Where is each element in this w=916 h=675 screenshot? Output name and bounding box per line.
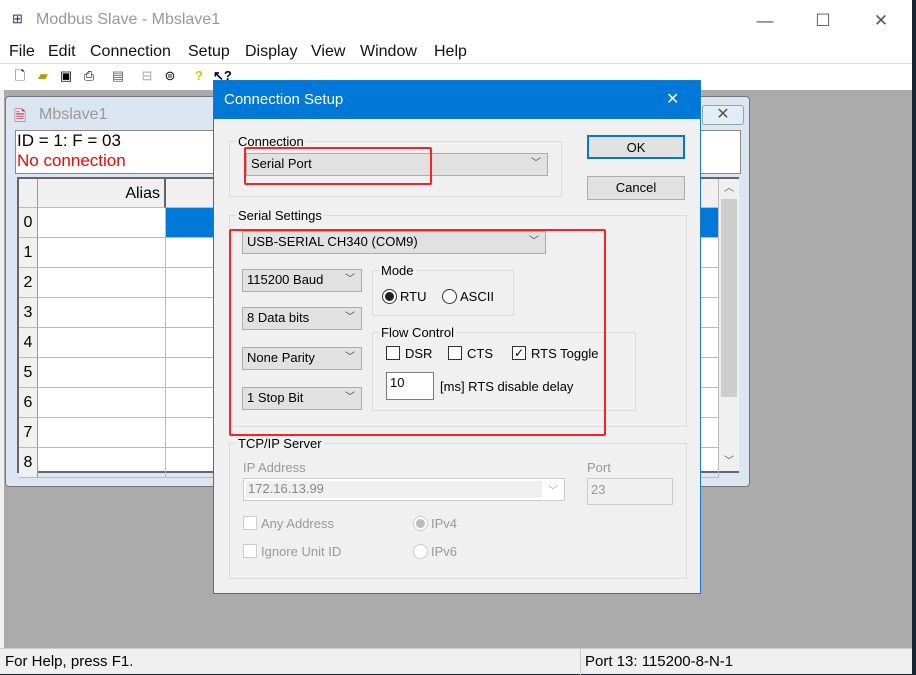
port-label: Port [587,460,611,475]
row-header[interactable]: 3 [19,298,38,328]
disconnect-icon[interactable]: ⊜ [161,67,179,85]
menu-display[interactable]: Display [245,43,297,61]
menu-help[interactable]: Help [434,43,467,61]
row-header[interactable]: 2 [19,268,38,298]
status-help-text: For Help, press F1. [5,653,134,670]
ipv4-label: IPv4 [431,516,458,531]
menu-edit[interactable]: Edit [48,43,76,61]
ip-address-label: IP Address [243,460,306,475]
row-header[interactable]: 4 [19,328,38,358]
highlight-connection-annotation [244,147,432,185]
ipv6-label: IPv6 [431,544,458,559]
row-header[interactable]: 7 [19,418,38,448]
row-header[interactable]: 8 [19,448,38,478]
alias-cell[interactable] [38,208,166,238]
new-icon[interactable]: 🗋 [11,67,29,85]
port-input[interactable]: 23 [587,478,673,505]
alias-header[interactable]: Alias [38,179,166,208]
dialog-title-bar: Connection Setup ✕ [214,81,700,119]
help-icon[interactable]: ? [190,67,208,85]
highlight-serial-annotation [229,229,606,436]
status-port-info: Port 13: 115200-8-N-1 [585,653,734,670]
title-bar: ⊞ Modbus Slave - Mbslave1 — ☐ ✕ [0,0,912,40]
menu-file[interactable]: File [9,43,35,61]
menu-bar: File Edit Connection Setup Display View … [0,40,912,64]
any-address-checkbox[interactable] [243,516,257,530]
child-close-button[interactable]: ✕ [702,105,744,125]
menu-view[interactable]: View [311,43,345,61]
menu-setup[interactable]: Setup [188,43,230,61]
chevron-down-icon: ﹀ [531,158,541,169]
ignore-unit-id-label: Ignore Unit ID [261,544,342,559]
child-title: Mbslave1 [39,106,108,123]
dialog-close-button[interactable]: ✕ [666,89,679,109]
scroll-up-arrow[interactable]: ︿ [719,179,739,199]
ok-button[interactable]: OK [587,135,685,159]
row-header[interactable]: 5 [19,358,38,388]
ip-address-value: 172.16.13.99 [246,481,542,498]
chevron-down-icon: ﹀ [548,486,558,497]
menu-window[interactable]: Window [360,43,417,61]
ipv6-radio[interactable] [413,544,428,559]
dialog-title: Connection Setup [224,91,344,108]
corner-cell [19,179,38,208]
cancel-button[interactable]: Cancel [587,176,685,200]
ipv4-radio[interactable] [413,516,428,531]
serial-settings-label: Serial Settings [236,208,324,223]
scroll-down-arrow[interactable]: ﹀ [719,452,739,467]
ignore-unit-id-checkbox[interactable] [243,544,257,558]
tcpip-server-group: TCP/IP Server IP Address 172.16.13.99 ﹀ P… [229,436,687,579]
row-header[interactable]: 6 [19,388,38,418]
menu-connection[interactable]: Connection [90,43,171,61]
alias-cell[interactable] [38,268,166,298]
alias-cell[interactable] [38,328,166,358]
connection-setup-dialog: Connection Setup ✕ OK Cancel Connection … [213,80,701,594]
open-icon[interactable]: ▰ [34,67,52,85]
alias-cell[interactable] [38,388,166,418]
window-icon[interactable]: ▤ [109,67,127,85]
row-header[interactable]: 1 [19,238,38,268]
app-icon: ⊞ [12,11,23,26]
minimize-button[interactable]: — [742,6,788,36]
status-bar: For Help, press F1. Port 13: 115200-8-N-… [0,648,912,675]
alias-cell[interactable] [38,418,166,448]
ip-address-select[interactable]: 172.16.13.99 ﹀ [243,478,565,501]
maximize-button[interactable]: ☐ [800,6,846,36]
vertical-scrollbar[interactable]: ︿ ﹀ [719,179,739,471]
any-address-label: Any Address [261,516,334,531]
close-button[interactable]: ✕ [858,6,904,36]
alias-cell[interactable] [38,298,166,328]
alias-cell[interactable] [38,448,166,478]
print-icon[interactable]: ⎙ [80,67,98,85]
scroll-thumb[interactable] [721,199,737,397]
connect-icon[interactable]: ⊟ [138,67,156,85]
alias-cell[interactable] [38,238,166,268]
window-title: Modbus Slave - Mbslave1 [36,11,221,28]
save-icon[interactable]: ▣ [57,67,75,85]
tcpip-label: TCP/IP Server [236,436,324,451]
row-header[interactable]: 0 [19,208,38,238]
alias-cell[interactable] [38,358,166,388]
document-icon: 🗎 [14,108,27,125]
